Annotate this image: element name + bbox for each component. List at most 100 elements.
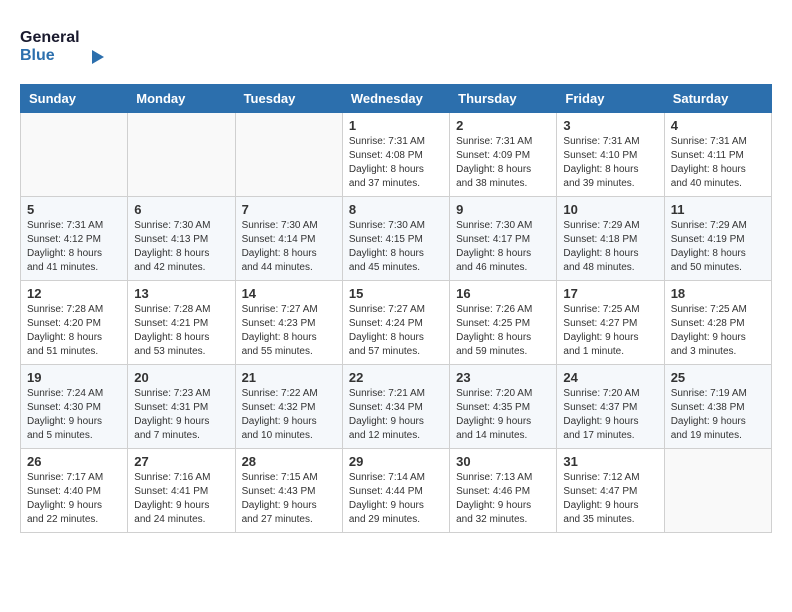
day-cell-14: 14 Sunrise: 7:27 AMSunset: 4:23 PMDayligh… [235,281,342,365]
day-cell-20: 20 Sunrise: 7:23 AMSunset: 4:31 PMDayligh… [128,365,235,449]
weekday-header-sunday: Sunday [21,85,128,113]
day-info: Sunrise: 7:25 AMSunset: 4:27 PMDaylight:… [563,303,657,359]
day-number: 15 [349,286,443,301]
day-cell-1: 1 Sunrise: 7:31 AMSunset: 4:08 PMDaylight… [342,113,449,197]
day-number: 3 [563,118,657,133]
day-cell-12: 12Sunrise: 7:28 AMSunset: 4:20 PMDayligh… [21,281,128,365]
day-number: 22 [349,370,443,385]
empty-cell [128,113,235,197]
weekday-header-thursday: Thursday [450,85,557,113]
day-number: 13 [134,286,228,301]
weekday-header-friday: Friday [557,85,664,113]
day-info: Sunrise: 7:29 AMSunset: 4:19 PMDaylight:… [671,219,765,275]
day-cell-28: 28 Sunrise: 7:15 AMSunset: 4:43 PMDayligh… [235,449,342,533]
day-cell-5: 5Sunrise: 7:31 AMSunset: 4:12 PMDaylight… [21,197,128,281]
day-info: Sunrise: 7:21 AMSunset: 4:34 PMDaylight:… [349,387,443,443]
day-cell-3: 3 Sunrise: 7:31 AMSunset: 4:10 PMDaylight… [557,113,664,197]
empty-cell [235,113,342,197]
weekday-header-row: SundayMondayTuesdayWednesdayThursdayFrid… [21,85,772,113]
day-cell-22: 22 Sunrise: 7:21 AMSunset: 4:34 PMDayligh… [342,365,449,449]
day-info: Sunrise: 7:29 AMSunset: 4:18 PMDaylight:… [563,219,657,275]
weekday-header-tuesday: Tuesday [235,85,342,113]
week-row-3: 12Sunrise: 7:28 AMSunset: 4:20 PMDayligh… [21,281,772,365]
day-cell-4: 4 Sunrise: 7:31 AMSunset: 4:11 PMDaylight… [664,113,771,197]
week-row-5: 26Sunrise: 7:17 AMSunset: 4:40 PMDayligh… [21,449,772,533]
day-number: 1 [349,118,443,133]
logo: General Blue [20,20,130,68]
day-number: 8 [349,202,443,217]
day-info: Sunrise: 7:31 AMSunset: 4:10 PMDaylight:… [563,135,657,191]
empty-cell [21,113,128,197]
day-info: Sunrise: 7:20 AMSunset: 4:37 PMDaylight:… [563,387,657,443]
svg-text:Blue: Blue [20,47,55,64]
day-number: 11 [671,202,765,217]
day-info: Sunrise: 7:13 AMSunset: 4:46 PMDaylight:… [456,471,550,527]
day-number: 10 [563,202,657,217]
day-number: 7 [242,202,336,217]
day-info: Sunrise: 7:24 AMSunset: 4:30 PMDaylight:… [27,387,121,443]
day-info: Sunrise: 7:17 AMSunset: 4:40 PMDaylight:… [27,471,121,527]
page-header: General Blue [20,20,772,68]
day-cell-18: 18Sunrise: 7:25 AMSunset: 4:28 PMDayligh… [664,281,771,365]
day-info: Sunrise: 7:28 AMSunset: 4:21 PMDaylight:… [134,303,228,359]
day-cell-21: 21Sunrise: 7:22 AMSunset: 4:32 PMDayligh… [235,365,342,449]
day-cell-8: 8 Sunrise: 7:30 AMSunset: 4:15 PMDaylight… [342,197,449,281]
day-number: 24 [563,370,657,385]
day-cell-7: 7Sunrise: 7:30 AMSunset: 4:14 PMDaylight… [235,197,342,281]
week-row-1: 1 Sunrise: 7:31 AMSunset: 4:08 PMDaylight… [21,113,772,197]
day-info: Sunrise: 7:27 AMSunset: 4:24 PMDaylight:… [349,303,443,359]
day-number: 5 [27,202,121,217]
day-cell-2: 2 Sunrise: 7:31 AMSunset: 4:09 PMDaylight… [450,113,557,197]
day-cell-23: 23 Sunrise: 7:20 AMSunset: 4:35 PMDayligh… [450,365,557,449]
day-info: Sunrise: 7:16 AMSunset: 4:41 PMDaylight:… [134,471,228,527]
day-info: Sunrise: 7:19 AMSunset: 4:38 PMDaylight:… [671,387,765,443]
day-number: 31 [563,454,657,469]
day-number: 20 [134,370,228,385]
day-cell-30: 30 Sunrise: 7:13 AMSunset: 4:46 PMDayligh… [450,449,557,533]
day-cell-24: 24 Sunrise: 7:20 AMSunset: 4:37 PMDayligh… [557,365,664,449]
day-cell-26: 26Sunrise: 7:17 AMSunset: 4:40 PMDayligh… [21,449,128,533]
day-info: Sunrise: 7:25 AMSunset: 4:28 PMDaylight:… [671,303,765,359]
day-info: Sunrise: 7:31 AMSunset: 4:11 PMDaylight:… [671,135,765,191]
day-number: 4 [671,118,765,133]
day-info: Sunrise: 7:30 AMSunset: 4:13 PMDaylight:… [134,219,228,275]
svg-text:General: General [20,29,80,46]
day-number: 28 [242,454,336,469]
day-info: Sunrise: 7:31 AMSunset: 4:08 PMDaylight:… [349,135,443,191]
day-info: Sunrise: 7:23 AMSunset: 4:31 PMDaylight:… [134,387,228,443]
day-cell-31: 31 Sunrise: 7:12 AMSunset: 4:47 PMDayligh… [557,449,664,533]
day-number: 27 [134,454,228,469]
day-number: 17 [563,286,657,301]
day-number: 21 [242,370,336,385]
day-info: Sunrise: 7:30 AMSunset: 4:15 PMDaylight:… [349,219,443,275]
day-number: 23 [456,370,550,385]
day-cell-17: 17 Sunrise: 7:25 AMSunset: 4:27 PMDayligh… [557,281,664,365]
week-row-2: 5Sunrise: 7:31 AMSunset: 4:12 PMDaylight… [21,197,772,281]
day-info: Sunrise: 7:27 AMSunset: 4:23 PMDaylight:… [242,303,336,359]
day-cell-29: 29Sunrise: 7:14 AMSunset: 4:44 PMDayligh… [342,449,449,533]
day-number: 2 [456,118,550,133]
day-number: 9 [456,202,550,217]
day-cell-10: 10 Sunrise: 7:29 AMSunset: 4:18 PMDayligh… [557,197,664,281]
day-number: 14 [242,286,336,301]
day-cell-6: 6Sunrise: 7:30 AMSunset: 4:13 PMDaylight… [128,197,235,281]
day-info: Sunrise: 7:28 AMSunset: 4:20 PMDaylight:… [27,303,121,359]
day-number: 16 [456,286,550,301]
day-info: Sunrise: 7:12 AMSunset: 4:47 PMDaylight:… [563,471,657,527]
day-cell-27: 27 Sunrise: 7:16 AMSunset: 4:41 PMDayligh… [128,449,235,533]
weekday-header-monday: Monday [128,85,235,113]
day-info: Sunrise: 7:20 AMSunset: 4:35 PMDaylight:… [456,387,550,443]
day-info: Sunrise: 7:26 AMSunset: 4:25 PMDaylight:… [456,303,550,359]
day-info: Sunrise: 7:14 AMSunset: 4:44 PMDaylight:… [349,471,443,527]
day-info: Sunrise: 7:31 AMSunset: 4:09 PMDaylight:… [456,135,550,191]
day-cell-19: 19 Sunrise: 7:24 AMSunset: 4:30 PMDayligh… [21,365,128,449]
day-info: Sunrise: 7:15 AMSunset: 4:43 PMDaylight:… [242,471,336,527]
day-number: 19 [27,370,121,385]
weekday-header-wednesday: Wednesday [342,85,449,113]
week-row-4: 19 Sunrise: 7:24 AMSunset: 4:30 PMDayligh… [21,365,772,449]
day-cell-11: 11 Sunrise: 7:29 AMSunset: 4:19 PMDayligh… [664,197,771,281]
day-cell-15: 15 Sunrise: 7:27 AMSunset: 4:24 PMDayligh… [342,281,449,365]
day-cell-25: 25Sunrise: 7:19 AMSunset: 4:38 PMDayligh… [664,365,771,449]
day-number: 30 [456,454,550,469]
day-info: Sunrise: 7:30 AMSunset: 4:17 PMDaylight:… [456,219,550,275]
